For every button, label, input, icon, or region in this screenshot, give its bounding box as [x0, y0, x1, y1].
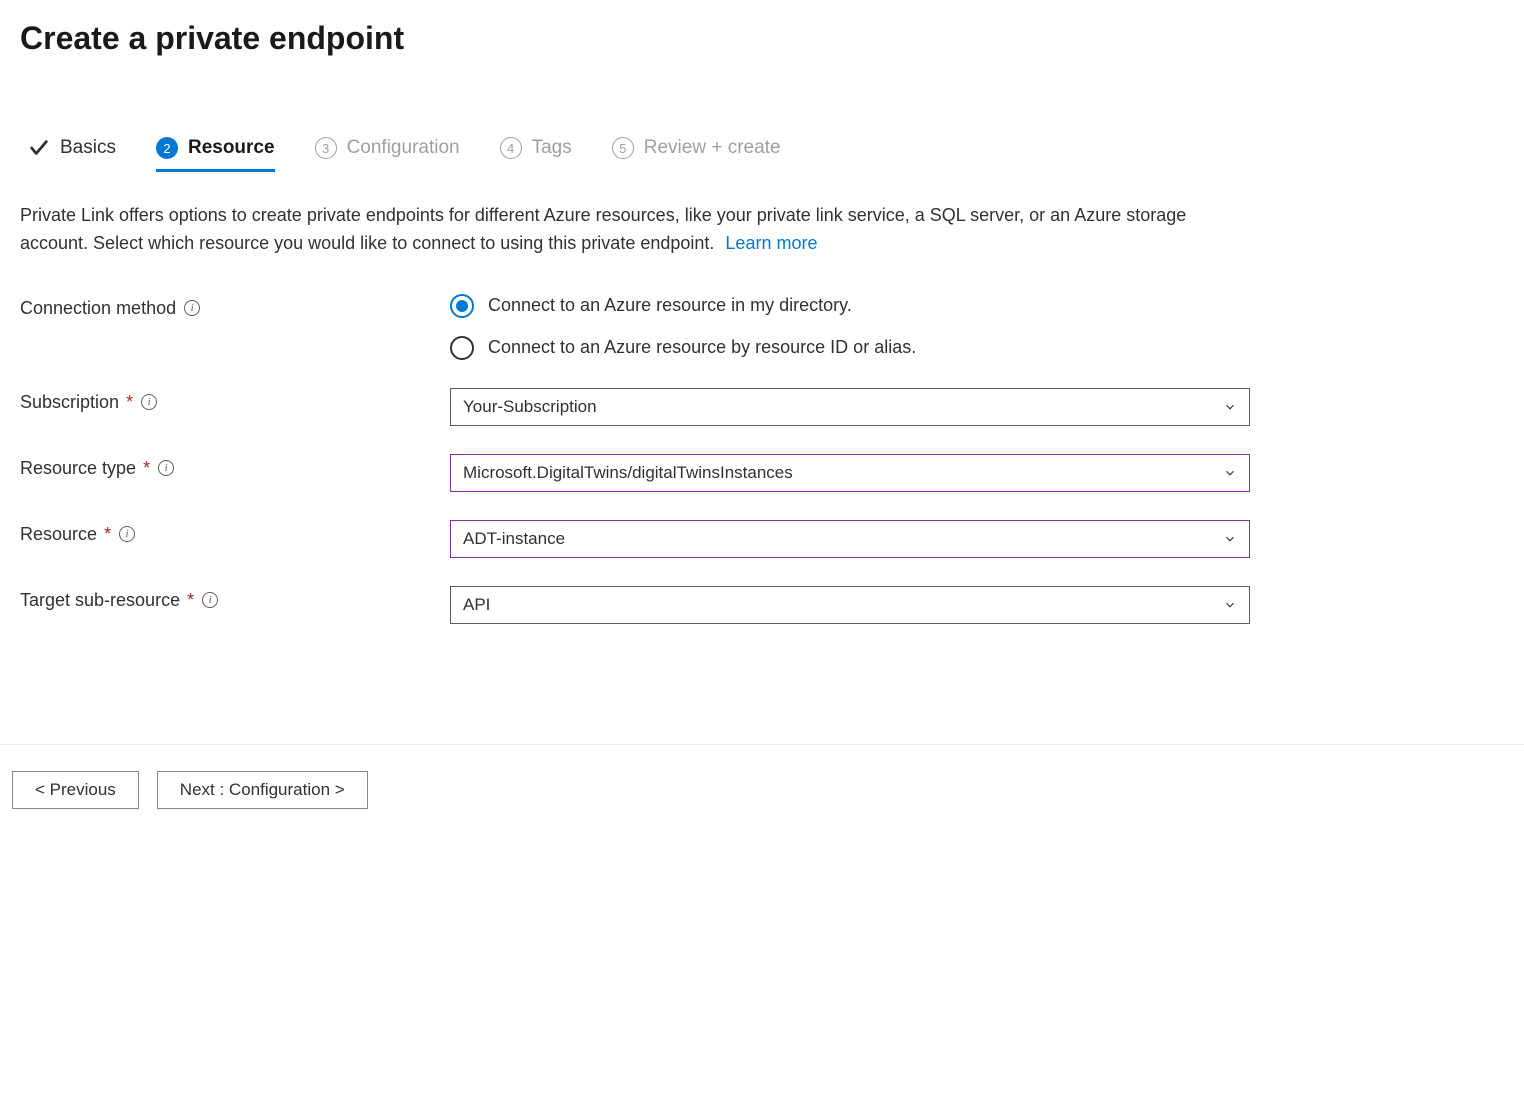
label-subscription: Subscription * i [20, 388, 450, 413]
field-resource: Resource * i ADT-instance [20, 520, 1504, 558]
radio-connect-directory[interactable]: Connect to an Azure resource in my direc… [450, 294, 1250, 318]
next-button[interactable]: Next : Configuration > [157, 771, 368, 809]
field-connection-method: Connection method i Connect to an Azure … [20, 294, 1504, 360]
subscription-dropdown[interactable]: Your-Subscription [450, 388, 1250, 426]
radio-dot-icon [450, 336, 474, 360]
required-asterisk: * [126, 392, 133, 412]
info-icon[interactable]: i [184, 300, 200, 316]
description-text: Private Link offers options to create pr… [20, 202, 1230, 258]
tab-label: Review + create [644, 137, 781, 159]
label-target-sub-resource: Target sub-resource * i [20, 586, 450, 611]
chevron-down-icon [1223, 400, 1237, 414]
field-resource-type: Resource type * i Microsoft.DigitalTwins… [20, 454, 1504, 492]
step-badge: 4 [500, 137, 522, 159]
tab-label: Resource [188, 137, 275, 159]
step-badge: 3 [315, 137, 337, 159]
previous-button[interactable]: < Previous [12, 771, 139, 809]
resource-type-dropdown[interactable]: Microsoft.DigitalTwins/digitalTwinsInsta… [450, 454, 1250, 492]
tab-basics[interactable]: Basics [28, 137, 116, 172]
field-target-sub-resource: Target sub-resource * i API [20, 586, 1504, 624]
required-asterisk: * [187, 590, 194, 610]
learn-more-link[interactable]: Learn more [725, 233, 817, 253]
tab-label: Tags [532, 137, 572, 159]
check-icon [28, 137, 50, 159]
field-subscription: Subscription * i Your-Subscription [20, 388, 1504, 426]
label-connection-method: Connection method i [20, 294, 450, 319]
footer-actions: < Previous Next : Configuration > [12, 745, 1504, 829]
radio-connect-resource-id[interactable]: Connect to an Azure resource by resource… [450, 336, 1250, 360]
info-icon[interactable]: i [141, 394, 157, 410]
tab-tags[interactable]: 4 Tags [500, 137, 572, 172]
label-resource: Resource * i [20, 520, 450, 545]
tab-label: Basics [60, 137, 116, 159]
info-icon[interactable]: i [202, 592, 218, 608]
tab-review-create[interactable]: 5 Review + create [612, 137, 781, 172]
connection-method-radio-group: Connect to an Azure resource in my direc… [450, 294, 1250, 360]
step-badge: 5 [612, 137, 634, 159]
tab-resource[interactable]: 2 Resource [156, 137, 275, 172]
required-asterisk: * [143, 458, 150, 478]
info-icon[interactable]: i [158, 460, 174, 476]
step-badge: 2 [156, 137, 178, 159]
wizard-tabs: Basics 2 Resource 3 Configuration 4 Tags… [20, 137, 1504, 172]
tab-label: Configuration [347, 137, 460, 159]
radio-dot-icon [450, 294, 474, 318]
target-sub-resource-dropdown[interactable]: API [450, 586, 1250, 624]
chevron-down-icon [1223, 532, 1237, 546]
resource-dropdown[interactable]: ADT-instance [450, 520, 1250, 558]
label-resource-type: Resource type * i [20, 454, 450, 479]
chevron-down-icon [1223, 598, 1237, 612]
tab-configuration[interactable]: 3 Configuration [315, 137, 460, 172]
required-asterisk: * [104, 524, 111, 544]
page-title: Create a private endpoint [20, 20, 1504, 57]
info-icon[interactable]: i [119, 526, 135, 542]
chevron-down-icon [1223, 466, 1237, 480]
